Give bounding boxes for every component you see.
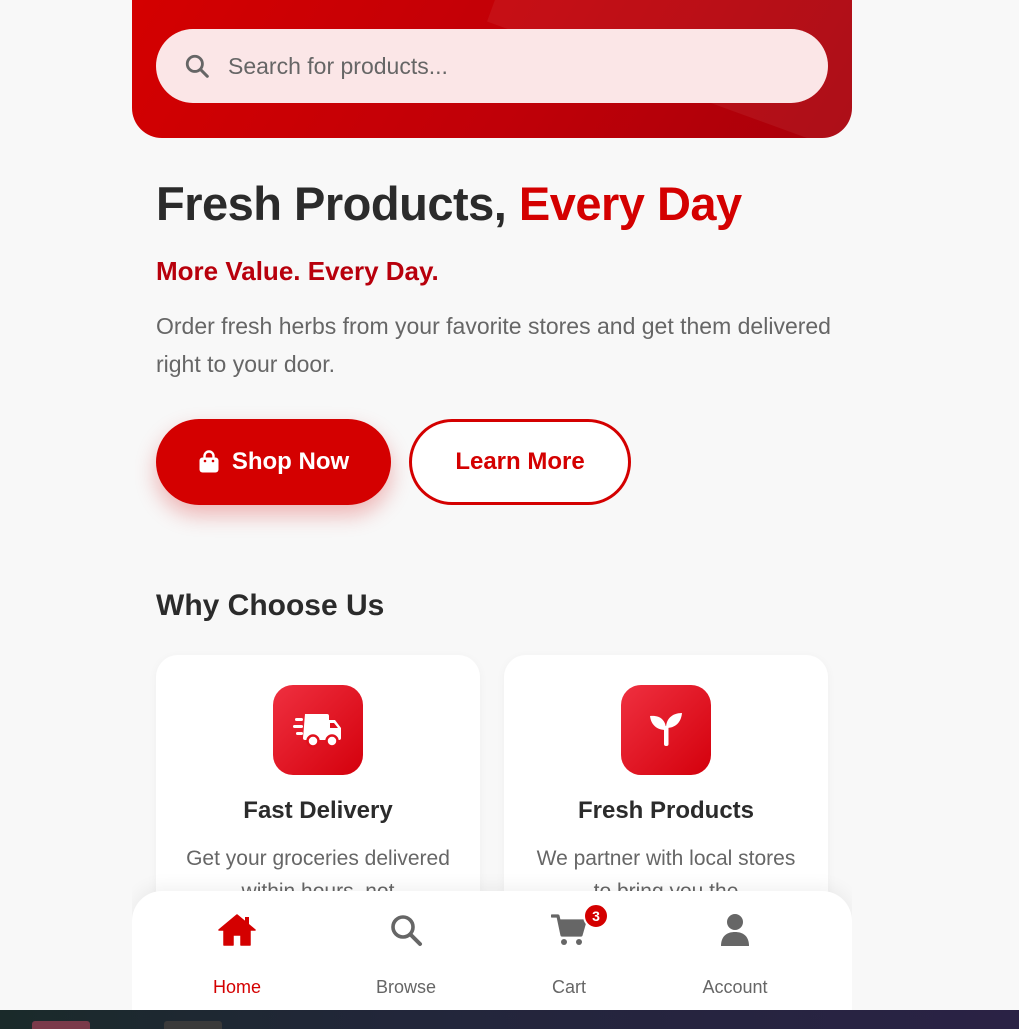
- hero-title-main: Fresh Products,: [156, 177, 519, 230]
- hero-description: Order fresh herbs from your favorite sto…: [156, 313, 831, 377]
- search-input[interactable]: [226, 51, 790, 81]
- nav-item-home[interactable]: Home: [177, 913, 297, 997]
- bottom-nav: Home Browse 3 Cart Account: [132, 891, 852, 1010]
- nav-label: Cart: [551, 977, 586, 997]
- search-icon: [185, 54, 209, 78]
- hero-title-accent: Every Day: [518, 177, 742, 230]
- seedling-icon: [650, 713, 682, 746]
- why-choose-us-title: Why Choose Us: [156, 589, 385, 622]
- os-taskbar: [0, 1010, 1019, 1029]
- nav-label: Browse: [375, 977, 437, 997]
- hero-tagline: More Value. Every Day.: [156, 256, 439, 286]
- nav-item-account[interactable]: Account: [675, 913, 795, 997]
- learn-more-label: Learn More: [455, 448, 585, 475]
- search-icon: [391, 915, 422, 946]
- shop-now-label: Shop Now: [231, 448, 350, 475]
- shopping-bag-icon: [199, 450, 219, 473]
- truck-fast-icon: [293, 714, 341, 748]
- nav-label: Home: [212, 977, 261, 997]
- hero-title: Fresh Products, Every Day: [156, 176, 742, 231]
- feature-title: Fast Delivery: [243, 797, 393, 824]
- feature-title: Fresh Products: [577, 797, 755, 824]
- taskbar-app-button[interactable]: [164, 1021, 222, 1029]
- cart-icon: [551, 914, 587, 945]
- feature-icon-box: [621, 685, 711, 775]
- learn-more-button[interactable]: Learn More: [409, 419, 631, 505]
- feature-icon-box: [273, 685, 363, 775]
- nav-item-cart[interactable]: 3 Cart: [509, 903, 629, 997]
- user-icon: [721, 914, 749, 946]
- nav-label: Account: [702, 977, 768, 997]
- home-icon: [218, 914, 256, 946]
- header-banner: [132, 0, 852, 138]
- cart-count-badge: 3: [583, 903, 609, 929]
- taskbar-app-button[interactable]: [32, 1021, 90, 1029]
- shop-now-button[interactable]: Shop Now: [156, 419, 391, 505]
- app-container: Fresh Products, Every Day More Value. Ev…: [132, 0, 852, 1010]
- nav-item-browse[interactable]: Browse: [346, 913, 466, 997]
- search-bar[interactable]: [156, 29, 828, 103]
